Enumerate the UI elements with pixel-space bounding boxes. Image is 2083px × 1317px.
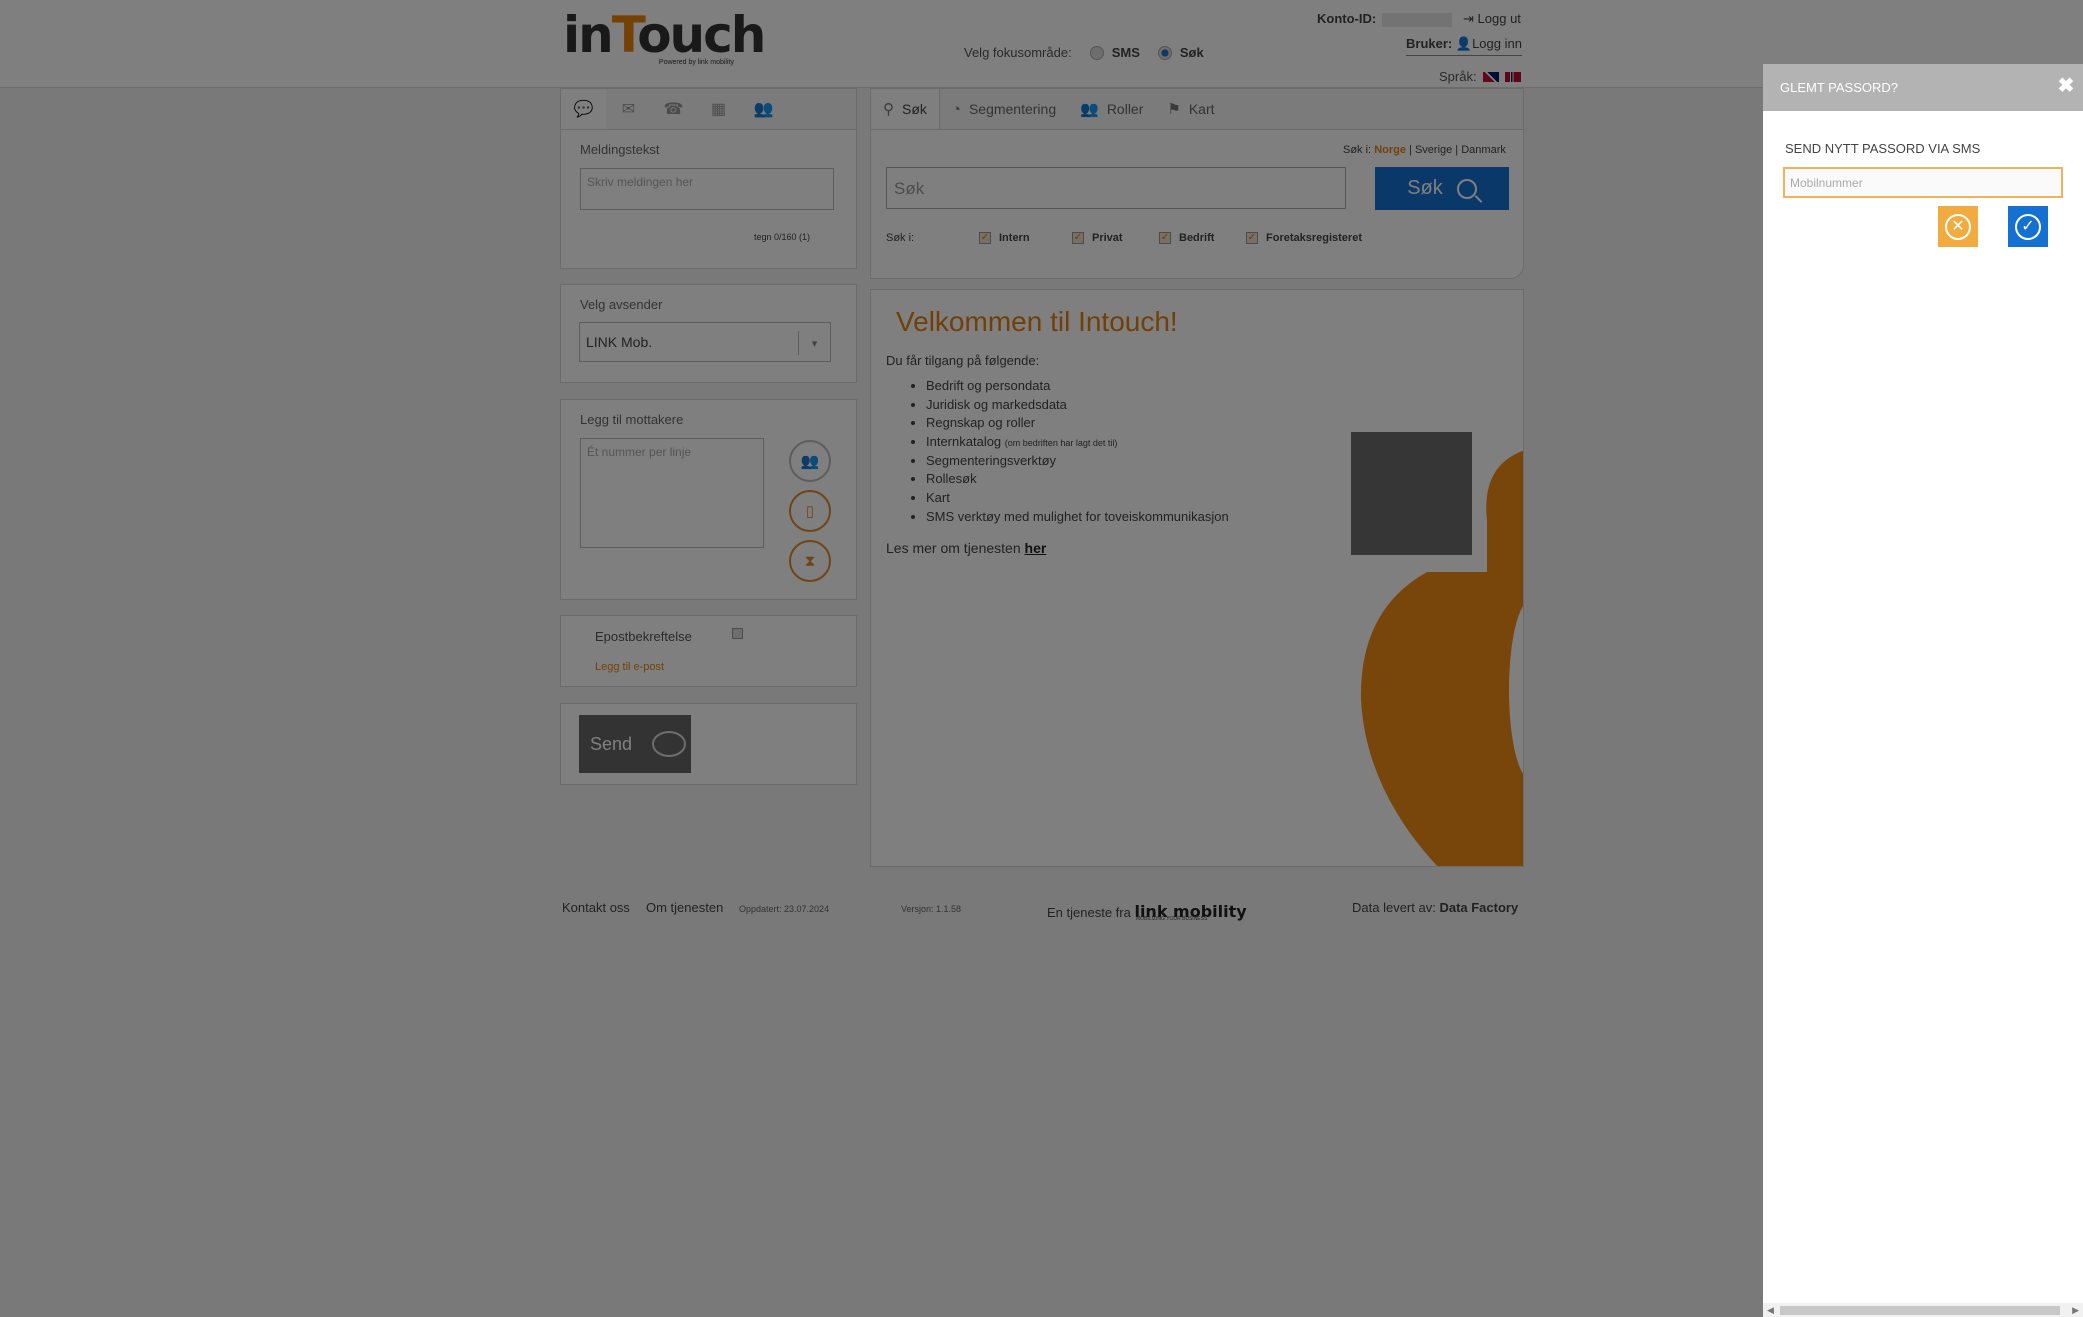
modal-title: GLEMT PASSORD? [1780,80,1898,95]
modal-subtitle: SEND NYTT PASSORD VIA SMS [1785,141,1981,156]
mobile-number-input[interactable] [1783,167,2063,198]
confirm-button[interactable]: ✓ [2008,206,2048,247]
cancel-button[interactable]: ✕ [1938,206,1978,247]
modal-header: GLEMT PASSORD? ✖ [1763,64,2083,111]
checkmark-icon: ✓ [2015,213,2041,240]
horizontal-scrollbar[interactable]: ◀ ▶ [1763,1303,2083,1317]
scroll-right-icon[interactable]: ▶ [2072,1303,2079,1317]
scroll-left-icon[interactable]: ◀ [1767,1303,1774,1317]
forgot-password-panel: GLEMT PASSORD? ✖ SEND NYTT PASSORD VIA S… [1763,64,2083,1317]
close-icon[interactable]: ✖ [2055,75,2077,97]
cancel-icon: ✕ [1945,213,1971,240]
scrollbar-thumb[interactable] [1780,1306,2060,1315]
